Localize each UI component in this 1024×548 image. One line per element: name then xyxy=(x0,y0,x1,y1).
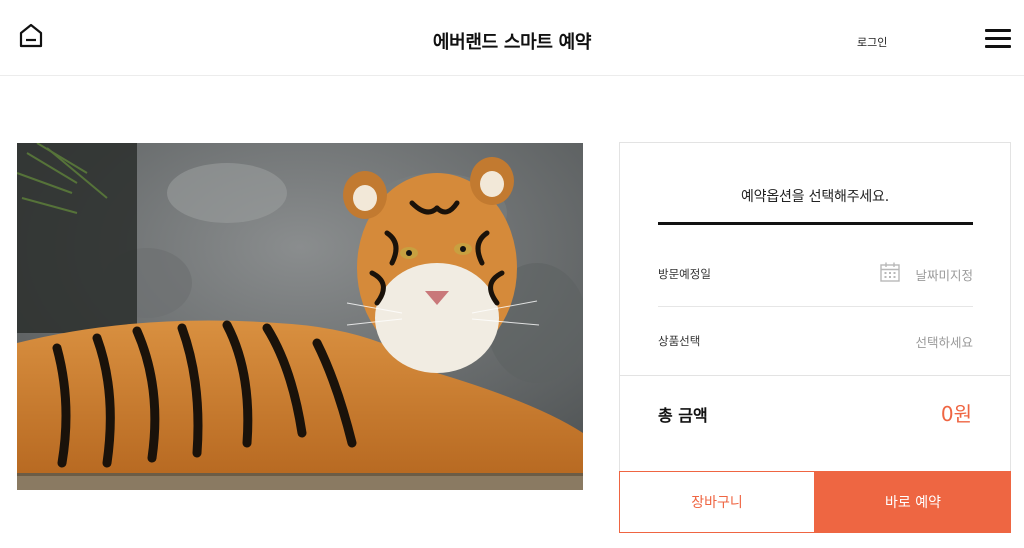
book-now-button[interactable]: 바로 예약 xyxy=(815,471,1011,533)
tiger-illustration xyxy=(17,143,583,490)
hamburger-icon-line-middle xyxy=(985,37,1011,40)
product-select-label: 상품선택 xyxy=(658,334,701,348)
total-amount-value: 0원 xyxy=(940,402,972,426)
heading-divider xyxy=(658,222,973,225)
product-select-option[interactable]: 상품선택 선택하세요 xyxy=(658,308,973,374)
calendar-icon xyxy=(880,262,900,282)
tiger-photo xyxy=(17,143,583,490)
login-link[interactable]: 로그인 xyxy=(857,34,887,50)
visit-date-value: 날짜미지정 xyxy=(915,268,973,283)
cart-button[interactable]: 장바구니 xyxy=(619,471,815,533)
panel-heading: 예약옵션을 선택해주세요. xyxy=(741,189,889,205)
hamburger-icon-line-top xyxy=(985,29,1011,32)
product-select-value: 선택하세요 xyxy=(915,335,973,350)
total-amount-row: 총 금액 0원 xyxy=(620,375,1010,472)
menu-button[interactable] xyxy=(985,29,1011,49)
visit-date-option[interactable]: 방문예정일 날짜미지정 xyxy=(658,241,973,307)
visit-date-label: 방문예정일 xyxy=(658,267,711,281)
total-amount-label: 총 금액 xyxy=(658,406,708,425)
top-header: 에버랜드 스마트 예약 로그인 xyxy=(0,0,1024,76)
hamburger-icon-line-bottom xyxy=(985,45,1011,48)
